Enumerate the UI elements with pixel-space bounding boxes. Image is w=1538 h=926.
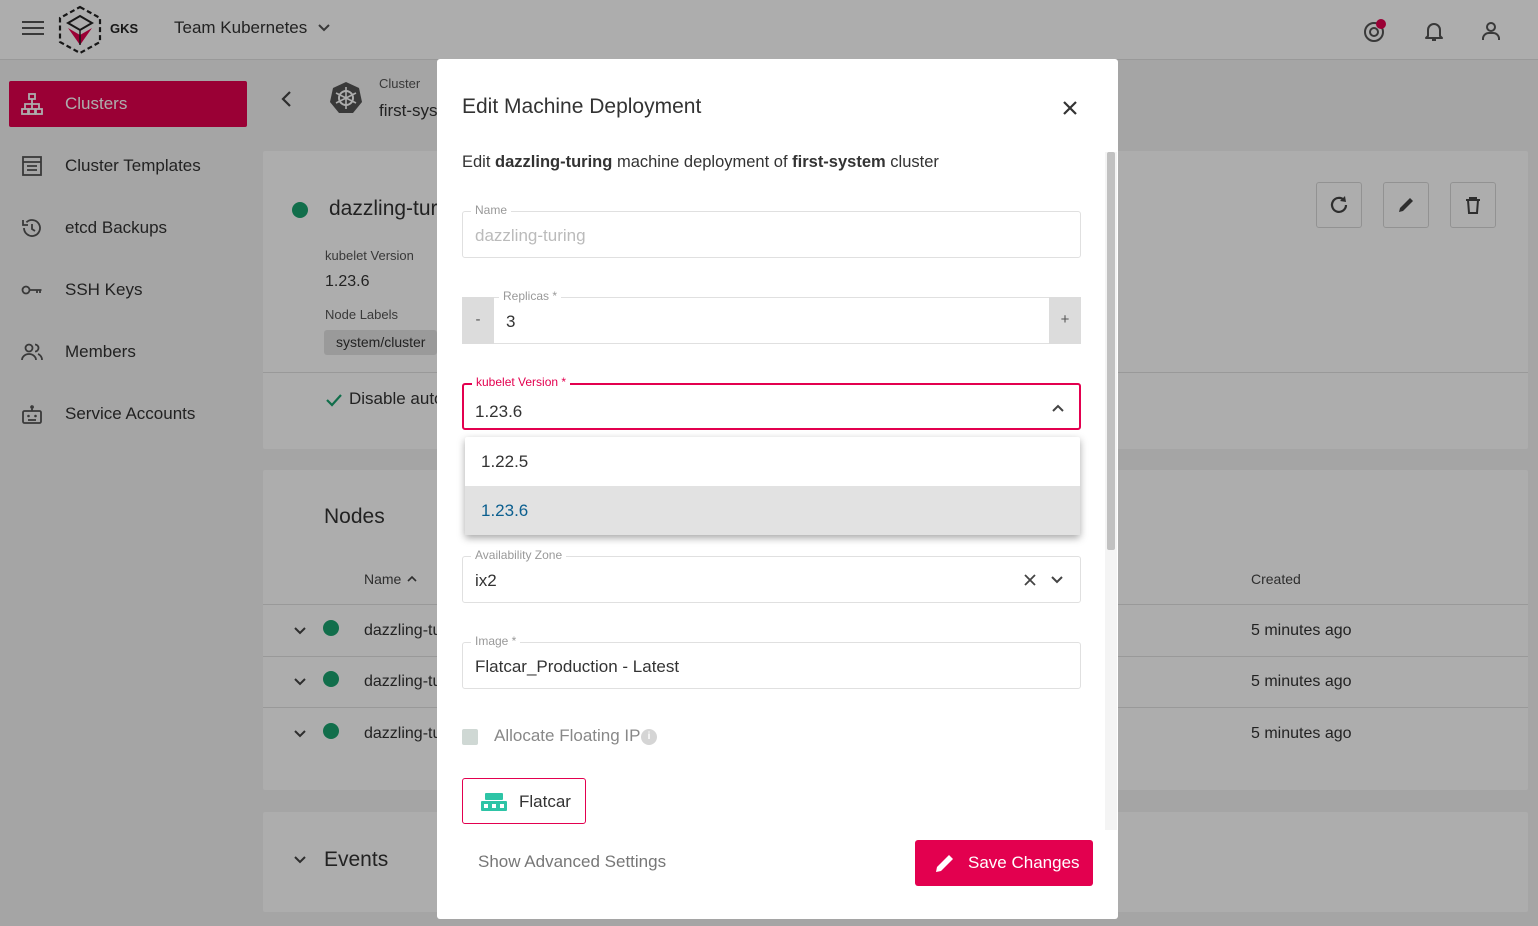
kubelet-version-value: 1.23.6 bbox=[475, 402, 523, 421]
chevron-down-icon[interactable] bbox=[1048, 571, 1066, 589]
close-icon[interactable] bbox=[1059, 97, 1081, 119]
kubelet-option-label: 1.23.6 bbox=[481, 501, 529, 520]
description-text: Edit bbox=[462, 153, 496, 171]
replicas-field-value[interactable]: 3 bbox=[506, 312, 515, 332]
flatcar-logo-icon bbox=[481, 793, 507, 811]
description-md-name: dazzling-turing bbox=[495, 153, 613, 171]
availability-zone-label: Availability Zone bbox=[471, 548, 567, 562]
scrollbar-thumb[interactable] bbox=[1107, 152, 1115, 550]
image-field-value[interactable]: Flatcar_Production - Latest bbox=[475, 657, 679, 677]
edit-machine-deployment-dialog: Edit Machine Deployment Edit dazzling-tu… bbox=[437, 59, 1118, 919]
floating-ip-label[interactable]: Allocate Floating IP bbox=[494, 726, 640, 746]
replicas-decrement-button[interactable]: - bbox=[462, 297, 494, 344]
flatcar-os-button[interactable]: Flatcar bbox=[462, 778, 586, 824]
image-field[interactable]: Image * Flatcar_Production - Latest bbox=[462, 634, 1081, 689]
clear-icon[interactable] bbox=[1022, 572, 1038, 588]
dialog-description: Edit dazzling-turing machine deployment … bbox=[462, 153, 939, 172]
description-text: cluster bbox=[885, 153, 939, 171]
save-changes-button[interactable]: Save Changes bbox=[915, 840, 1093, 886]
kubelet-version-label: kubelet Version * bbox=[472, 375, 571, 389]
description-text: machine deployment of bbox=[612, 153, 793, 171]
availability-zone-value: ix2 bbox=[475, 571, 497, 590]
show-advanced-settings-button[interactable]: Show Advanced Settings bbox=[478, 852, 666, 872]
availability-zone-select[interactable]: Availability Zone ix2 bbox=[462, 548, 1081, 603]
kubelet-option-selected[interactable]: 1.23.6 bbox=[465, 486, 1080, 535]
replicas-field[interactable]: - Replicas * 3 + bbox=[462, 289, 1081, 344]
kubelet-version-dropdown: 1.22.5 1.23.6 bbox=[465, 437, 1080, 535]
pencil-icon bbox=[936, 855, 953, 872]
replicas-field-label: Replicas * bbox=[499, 289, 562, 303]
floating-ip-checkbox[interactable] bbox=[462, 729, 478, 745]
name-field-value: dazzling-turing bbox=[475, 226, 586, 245]
name-field-label: Name bbox=[471, 203, 512, 217]
replicas-increment-button[interactable]: + bbox=[1049, 297, 1081, 344]
info-icon[interactable]: i bbox=[641, 729, 657, 745]
save-changes-label: Save Changes bbox=[968, 853, 1080, 872]
kubelet-option[interactable]: 1.22.5 bbox=[465, 437, 1080, 486]
image-field-label: Image * bbox=[471, 634, 521, 648]
chevron-up-icon[interactable] bbox=[1049, 399, 1067, 417]
description-cluster-name: first-system bbox=[792, 153, 886, 171]
name-field: Name dazzling-turing bbox=[462, 203, 1081, 258]
flatcar-os-label: Flatcar bbox=[519, 792, 571, 811]
kubelet-version-select[interactable]: kubelet Version * 1.23.6 bbox=[462, 375, 1081, 430]
kubelet-option-label: 1.22.5 bbox=[481, 452, 529, 471]
dialog-title: Edit Machine Deployment bbox=[462, 95, 702, 118]
